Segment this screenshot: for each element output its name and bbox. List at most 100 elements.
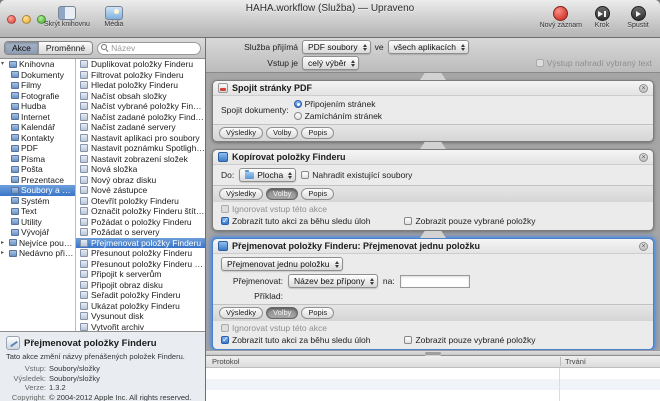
action-list-item[interactable]: Hledat položky Finderu <box>76 80 205 91</box>
category-row[interactable]: Nedávno přidané <box>0 248 75 259</box>
category-row[interactable]: Kalendář <box>0 122 75 133</box>
action-list-item[interactable]: Přesunout položky Finderu <box>76 248 205 259</box>
log-protocol-header[interactable]: Protokol <box>206 357 560 366</box>
action-list-item[interactable]: Vysunout disk <box>76 311 205 322</box>
results-button[interactable]: Výsledky <box>219 188 263 200</box>
tab-actions[interactable]: Akce <box>5 42 38 54</box>
service-input-type-popup[interactable]: PDF soubory <box>302 40 371 54</box>
action-list-item[interactable]: Přesunout položky Finderu do koše <box>76 259 205 270</box>
category-row[interactable]: Filmy <box>0 80 75 91</box>
category-label: Knihovna <box>19 59 54 69</box>
minimize-button[interactable] <box>22 15 31 24</box>
category-folder-icon <box>11 229 19 236</box>
action-list-item[interactable]: Filtrovat položky Finderu <box>76 70 205 81</box>
category-row[interactable]: Nejvíce používané <box>0 238 75 249</box>
search-input[interactable] <box>111 43 197 53</box>
action-list-item[interactable]: Načíst zadané servery <box>76 122 205 133</box>
description-button[interactable]: Popis <box>301 127 334 139</box>
run-button[interactable]: Spustit <box>622 6 654 29</box>
category-row[interactable]: Pošta <box>0 164 75 175</box>
category-row[interactable]: Dokumenty <box>0 70 75 81</box>
action-list-item[interactable]: Požádat o položky Finderu <box>76 217 205 228</box>
remove-action-icon[interactable]: × <box>639 242 648 251</box>
action-list-item[interactable]: Vytvořit archiv <box>76 322 205 332</box>
action-list-item[interactable]: Nové zástupce <box>76 185 205 196</box>
action-block-combine-pdf[interactable]: Spojit stránky PDF × Spojit dokumenty: P… <box>212 80 654 142</box>
category-row[interactable]: Text <box>0 206 75 217</box>
show-when-run-checkbox[interactable]: Zobrazit tuto akci za běhu sledu úloh <box>221 335 370 345</box>
action-list-item[interactable]: Načíst vybrané položky Finderu <box>76 101 205 112</box>
log-duration-header[interactable]: Trvání <box>560 357 660 366</box>
action-list-item[interactable]: Načíst zadané položky Finderu <box>76 112 205 123</box>
description-button[interactable]: Popis <box>301 188 334 200</box>
category-row[interactable]: Fotografie <box>0 91 75 102</box>
action-block-header[interactable]: Spojit stránky PDF × <box>213 81 653 96</box>
media-button[interactable]: Média <box>98 6 130 28</box>
action-list-item[interactable]: Nastavit aplikaci pro soubory <box>76 133 205 144</box>
options-button[interactable]: Volby <box>266 188 298 200</box>
category-row[interactable]: Kontakty <box>0 133 75 144</box>
action-list-item[interactable]: Seřadit položky Finderu <box>76 290 205 301</box>
action-block-header[interactable]: Přejmenovat položky Finderu: Přejmenovat… <box>213 239 653 254</box>
action-list-item[interactable]: Požádat o servery <box>76 227 205 238</box>
replace-existing-checkbox[interactable]: Nahradit existující soubory <box>301 170 412 180</box>
close-button[interactable] <box>7 15 16 24</box>
action-block-header[interactable]: Kopírovat položky Finderu × <box>213 150 653 165</box>
action-list-item[interactable]: Nastavit poznámku Spotlight u položek Fi… <box>76 143 205 154</box>
step-button[interactable]: Krok <box>586 6 618 29</box>
radio-shuffle-pages[interactable]: Zamícháním stránek <box>294 111 382 121</box>
category-folder-icon <box>11 92 19 99</box>
category-row[interactable]: Písma <box>0 154 75 165</box>
input-mode-popup[interactable]: celý výběr <box>302 56 359 70</box>
name-part-popup[interactable]: Název bez přípony <box>288 274 378 288</box>
action-list-item[interactable]: Nastavit zobrazení složek <box>76 154 205 165</box>
category-row[interactable]: Soubory a složky <box>0 185 75 196</box>
rename-mode-popup[interactable]: Přejmenovat jednu položku <box>221 257 343 271</box>
category-row[interactable]: Knihovna <box>0 59 75 70</box>
hide-library-button[interactable]: Skrýt knihovnu <box>44 6 90 28</box>
action-list-item[interactable]: Označit položky Finderu štítkem <box>76 206 205 217</box>
options-button[interactable]: Volby <box>266 127 298 139</box>
options-button[interactable]: Volby <box>266 307 298 319</box>
new-name-input[interactable] <box>400 275 470 288</box>
description-button[interactable]: Popis <box>301 307 334 319</box>
category-row[interactable]: Systém <box>0 196 75 207</box>
run-label: Spustit <box>627 22 648 29</box>
category-row[interactable]: Prezentace <box>0 175 75 186</box>
action-list-item[interactable]: Načíst obsah složky <box>76 91 205 102</box>
disclosure-triangle-icon[interactable] <box>1 240 7 246</box>
destination-popup[interactable]: Plocha <box>239 168 296 182</box>
action-list-item[interactable]: Připojit k serverům <box>76 269 205 280</box>
disclosure-triangle-icon[interactable] <box>1 250 7 256</box>
results-button[interactable]: Výsledky <box>219 307 263 319</box>
show-selected-only-checkbox[interactable]: Zobrazit pouze vybrané položky <box>404 216 535 226</box>
action-list-item[interactable]: Ukázat položky Finderu <box>76 301 205 312</box>
action-list-item[interactable]: Otevřít položky Finderu <box>76 196 205 207</box>
show-selected-only-checkbox[interactable]: Zobrazit pouze vybrané položky <box>404 335 535 345</box>
category-row[interactable]: Vývojář <box>0 227 75 238</box>
service-input-type-value: PDF soubory <box>308 42 358 52</box>
search-field[interactable] <box>97 42 201 55</box>
category-row[interactable]: Hudba <box>0 101 75 112</box>
remove-action-icon[interactable]: × <box>639 84 648 93</box>
category-row[interactable]: PDF <box>0 143 75 154</box>
category-row[interactable]: Utility <box>0 217 75 228</box>
radio-append-pages[interactable]: Připojením stránek <box>294 99 382 109</box>
disclosure-triangle-icon[interactable] <box>1 61 7 67</box>
action-list-item[interactable]: Duplikovat položky Finderu <box>76 59 205 70</box>
action-list-item[interactable]: Připojit obraz disku <box>76 280 205 291</box>
tab-variables[interactable]: Proměnné <box>38 42 92 54</box>
action-list-item[interactable]: Přejmenovat položky Finderu <box>76 238 205 249</box>
action-list-item[interactable]: Nový obraz disku <box>76 175 205 186</box>
record-button[interactable]: Nový záznam <box>540 6 582 29</box>
action-block-copy-finder-items[interactable]: Kopírovat položky Finderu × Do: Plocha <box>212 149 654 231</box>
action-list-item[interactable]: Nová složka <box>76 164 205 175</box>
titlebar[interactable]: HAHA.workflow (Služba) — Upraveno Skrýt … <box>0 0 660 38</box>
show-when-run-checkbox[interactable]: Zobrazit tuto akci za běhu sledu úloh <box>221 216 370 226</box>
remove-action-icon[interactable]: × <box>639 153 648 162</box>
action-block-rename-finder-items[interactable]: Přejmenovat položky Finderu: Přejmenovat… <box>212 238 654 350</box>
category-row[interactable]: Internet <box>0 112 75 123</box>
action-item-icon <box>80 239 88 247</box>
results-button[interactable]: Výsledky <box>219 127 263 139</box>
service-app-scope-popup[interactable]: všech aplikacích <box>388 40 469 54</box>
